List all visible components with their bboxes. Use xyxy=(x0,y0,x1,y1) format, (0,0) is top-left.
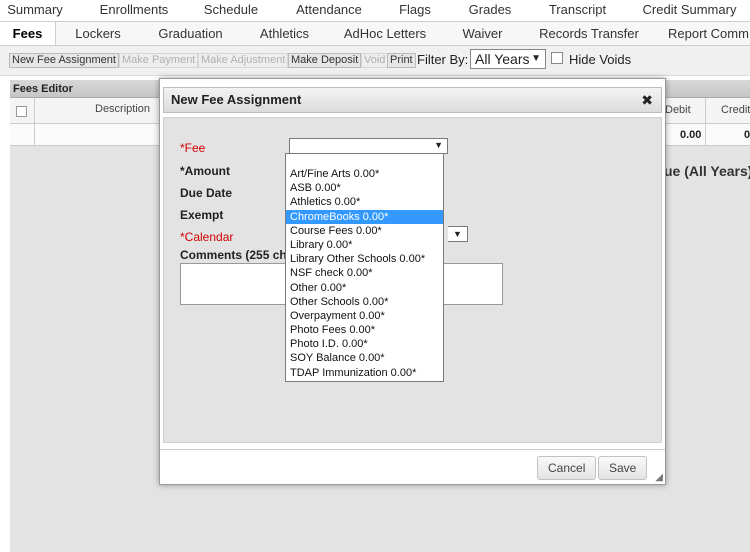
make-deposit-button[interactable]: Make Deposit xyxy=(288,53,362,68)
fee-option[interactable]: Art/Fine Arts 0.00* xyxy=(286,167,443,181)
make-payment-button[interactable]: Make Payment xyxy=(119,53,199,68)
tab-attendance[interactable]: Attendance xyxy=(290,0,368,21)
row-debit: 0.00 xyxy=(680,129,702,141)
dialog-footer: Cancel Save ◢ xyxy=(160,449,665,484)
tab-row-secondary: Fees Lockers Graduation Athletics AdHoc … xyxy=(0,22,750,46)
column-divider xyxy=(705,124,706,145)
filter-by-label: Filter By: xyxy=(417,52,469,67)
column-credit: Credit xyxy=(721,104,750,116)
tab-enrollments[interactable]: Enrollments xyxy=(95,0,173,21)
column-debit: Debit xyxy=(665,104,691,116)
balance-summary-heading: ue (All Years) xyxy=(664,163,750,179)
tab-grades[interactable]: Grades xyxy=(460,0,520,21)
row-credit: 0 xyxy=(744,129,750,141)
tab-transcript[interactable]: Transcript xyxy=(540,0,615,21)
tab-report-comments[interactable]: Report Comm xyxy=(668,22,750,45)
comments-label: Comments (255 char xyxy=(180,248,299,262)
tab-waiver[interactable]: Waiver xyxy=(455,22,510,45)
calendar-select[interactable]: ▼ xyxy=(448,226,468,242)
new-fee-assignment-button[interactable]: New Fee Assignment xyxy=(9,53,119,68)
year-filter-select[interactable]: All Years ▼ xyxy=(470,49,546,69)
fee-option[interactable]: Overpayment 0.00* xyxy=(286,309,443,323)
fee-options-list: Art/Fine Arts 0.00* ASB 0.00* Athletics … xyxy=(285,153,444,382)
tab-athletics[interactable]: Athletics xyxy=(252,22,317,45)
column-divider xyxy=(34,124,35,145)
tab-summary[interactable]: Summary xyxy=(0,0,70,21)
cancel-button[interactable]: Cancel xyxy=(537,456,597,480)
fee-option[interactable]: SOY Balance 0.00* xyxy=(286,351,443,365)
fee-option[interactable]: Photo Fees 0.00* xyxy=(286,323,443,337)
tab-fees[interactable]: Fees xyxy=(0,22,56,45)
chevron-down-icon: ▼ xyxy=(531,53,541,64)
fee-option[interactable]: ASB 0.00* xyxy=(286,181,443,195)
amount-label: *Amount xyxy=(180,164,230,178)
fee-option[interactable]: TDAP Immunization 0.00* xyxy=(286,366,443,380)
dialog-title: New Fee Assignment xyxy=(171,92,302,107)
tab-flags[interactable]: Flags xyxy=(390,0,440,21)
column-description: Description xyxy=(95,103,151,115)
year-filter-value: All Years xyxy=(475,51,530,67)
fee-option[interactable]: Other Schools 0.00* xyxy=(286,295,443,309)
fee-option[interactable]: Athletics 0.00* xyxy=(286,195,443,209)
tab-adhoc-letters[interactable]: AdHoc Letters xyxy=(340,22,430,45)
due-date-label: Due Date xyxy=(180,186,233,200)
tab-schedule[interactable]: Schedule xyxy=(195,0,267,21)
hide-voids-checkbox[interactable] xyxy=(551,52,563,64)
make-adjustment-button[interactable]: Make Adjustment xyxy=(198,53,289,68)
dialog-title-bar[interactable]: New Fee Assignment ✖ xyxy=(163,87,662,113)
column-divider xyxy=(705,98,706,123)
tab-graduation[interactable]: Graduation xyxy=(153,22,228,45)
select-all-checkbox[interactable] xyxy=(16,106,27,117)
tab-lockers[interactable]: Lockers xyxy=(68,22,128,45)
chevron-down-icon: ▼ xyxy=(453,229,462,239)
close-icon[interactable]: ✖ xyxy=(641,88,653,112)
tab-credit-summary[interactable]: Credit Summary xyxy=(637,0,742,21)
calendar-label: *Calendar xyxy=(180,230,234,244)
fee-option-selected[interactable]: ChromeBooks 0.00* xyxy=(286,209,443,224)
fee-option[interactable]: Other 0.00* xyxy=(286,281,443,295)
fee-option[interactable]: Course Fees 0.00* xyxy=(286,224,443,238)
void-button[interactable]: Void xyxy=(361,53,389,68)
fee-option[interactable]: NSF check 0.00* xyxy=(286,266,443,280)
fees-toolbar: New Fee Assignment Make Payment Make Adj… xyxy=(0,46,750,76)
resize-handle-icon[interactable]: ◢ xyxy=(655,472,663,483)
tab-row-primary: Summary Enrollments Schedule Attendance … xyxy=(0,0,750,22)
chevron-down-icon: ▼ xyxy=(434,140,443,150)
save-button[interactable]: Save xyxy=(598,456,648,480)
fee-option[interactable]: Library Other Schools 0.00* xyxy=(286,252,443,266)
column-divider xyxy=(34,98,35,123)
fee-option[interactable]: Photo I.D. 0.00* xyxy=(286,337,443,351)
fee-label: *Fee xyxy=(180,141,206,155)
fee-option[interactable]: Library 0.00* xyxy=(286,238,443,252)
print-button[interactable]: Print xyxy=(387,53,416,68)
exempt-label: Exempt xyxy=(180,208,224,222)
hide-voids-label: Hide Voids xyxy=(569,52,632,67)
tab-records-transfer[interactable]: Records Transfer xyxy=(533,22,645,45)
fee-select[interactable]: ▼ xyxy=(289,138,448,154)
